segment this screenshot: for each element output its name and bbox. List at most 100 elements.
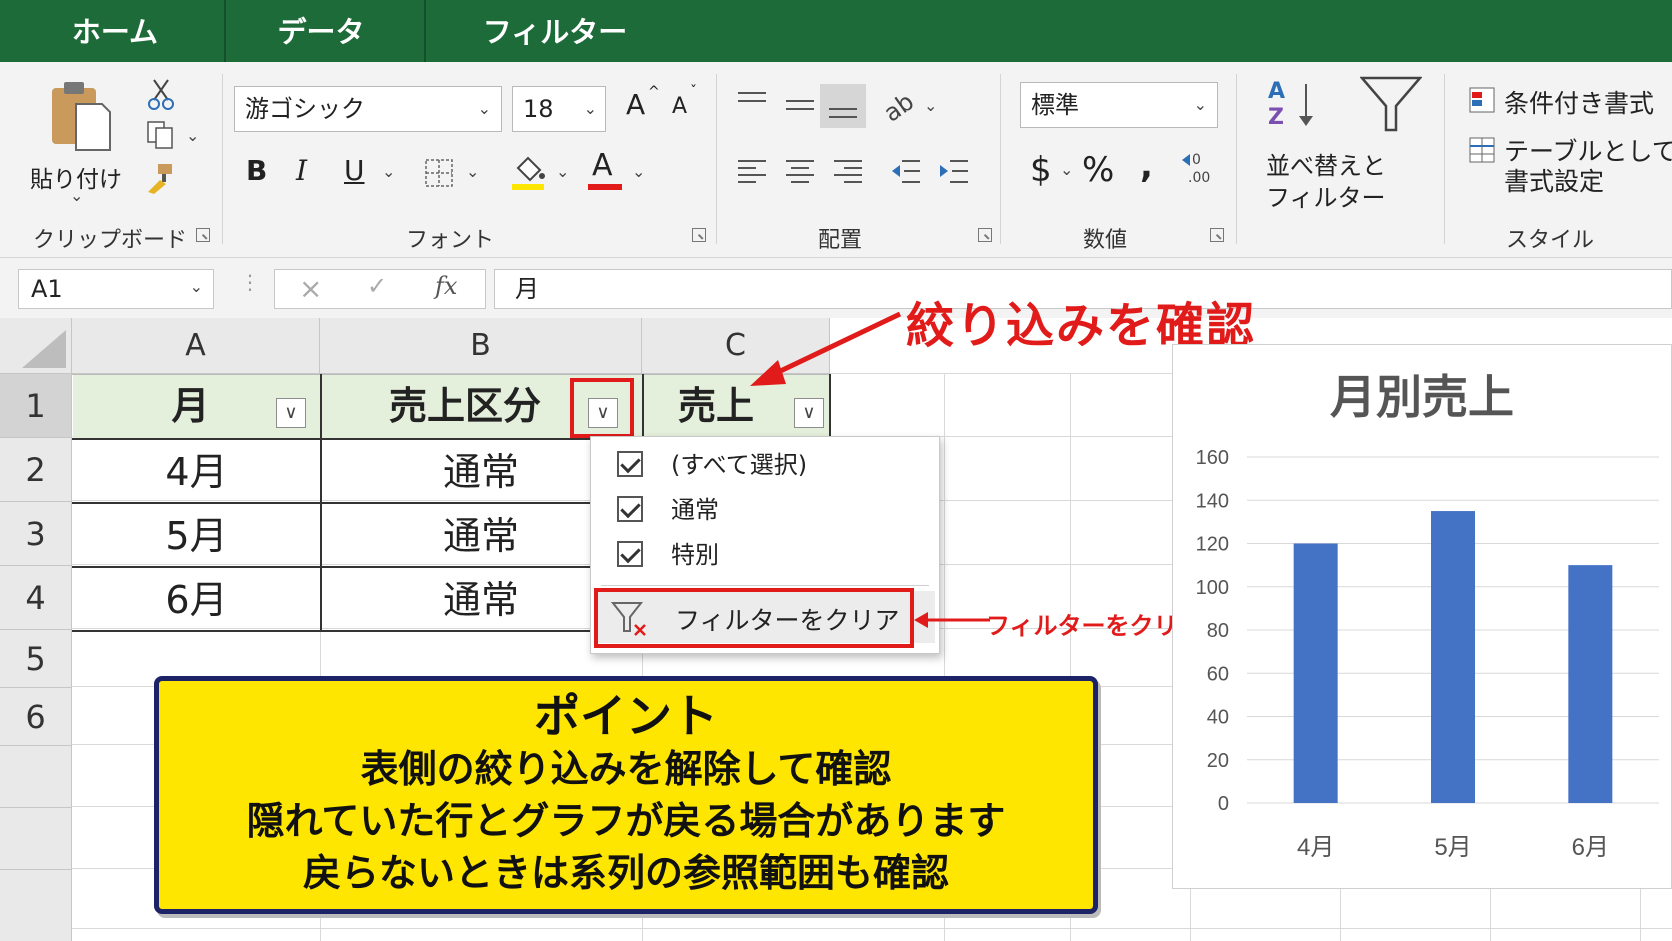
cell-a3[interactable]: 5月 — [73, 504, 320, 568]
arrow-icon — [914, 612, 990, 628]
number-format-combo[interactable]: 標準 ⌄ — [1020, 82, 1218, 128]
sort-filter-label-line1: 並べ替えと — [1266, 152, 1386, 180]
y-tick-label: 100 — [1196, 577, 1229, 599]
chevron-down-icon[interactable]: ⌄ — [382, 162, 395, 181]
chevron-down-icon: ⌄ — [477, 99, 491, 118]
paste-button[interactable]: 貼り付け ⌄ — [30, 76, 130, 206]
row-header-1[interactable]: 1 — [0, 374, 72, 438]
formula-bar-grip-icon: ⋮ — [240, 270, 260, 294]
cell-a4[interactable]: 6月 — [73, 568, 320, 632]
x-tick-label: 6月 — [1572, 834, 1609, 861]
align-right-icon[interactable] — [834, 158, 862, 186]
fill-color-icon[interactable] — [510, 152, 546, 190]
font-size-combo[interactable]: 18 ⌄ — [512, 86, 606, 132]
sort-filter-button[interactable]: A Z 並べ替えと フィルター — [1256, 76, 1436, 216]
enter-formula-button[interactable]: ✓ — [367, 272, 387, 300]
checkbox-checked-icon[interactable] — [617, 451, 643, 477]
format-as-table-label-line2[interactable]: 書式設定 — [1504, 162, 1604, 198]
align-left-icon[interactable] — [738, 158, 766, 186]
font-color-swatch — [588, 184, 622, 190]
row-header-5[interactable]: 5 — [0, 630, 72, 688]
chart-plot: 0 20 40 60 80 100 120 140 160 4月 5月 6月 — [1196, 447, 1659, 861]
row-header-6[interactable]: 6 — [0, 688, 72, 746]
filter-button-sales[interactable]: ∨ — [794, 398, 824, 428]
increase-indent-icon[interactable] — [938, 158, 968, 186]
dialog-launcher-icon[interactable] — [196, 228, 210, 242]
italic-button[interactable]: I — [296, 154, 307, 187]
chevron-down-icon: ∨ — [284, 402, 298, 423]
chevron-down-icon[interactable]: ⌄ — [556, 162, 569, 181]
filter-button-month[interactable]: ∨ — [276, 398, 306, 428]
shrink-font-button[interactable]: A — [672, 94, 687, 119]
tab-filter[interactable]: フィルター — [440, 0, 670, 62]
chart-bar[interactable] — [1293, 543, 1338, 804]
chart-bar[interactable] — [1431, 511, 1475, 803]
row-header-2[interactable]: 2 — [0, 438, 72, 502]
y-tick-label: 160 — [1196, 447, 1229, 469]
column-header-b[interactable]: B — [320, 318, 642, 374]
align-top-icon[interactable] — [738, 90, 766, 112]
name-box[interactable]: A1 ⌄ — [18, 269, 214, 309]
dialog-launcher-icon[interactable] — [1210, 228, 1224, 242]
grow-font-button[interactable]: A — [626, 88, 645, 121]
checkbox-checked-icon[interactable] — [617, 496, 643, 522]
align-middle-icon[interactable] — [786, 96, 814, 118]
chevron-down-icon: ⌄ — [583, 99, 597, 118]
tab-home[interactable]: ホーム — [20, 0, 210, 62]
font-name-combo[interactable]: 游ゴシック ⌄ — [234, 86, 502, 132]
chevron-down-icon[interactable]: ⌄ — [924, 96, 937, 115]
row-header-blank — [0, 870, 72, 941]
group-divider — [1236, 74, 1237, 244]
align-bottom-button[interactable] — [820, 84, 866, 128]
number-format-value: 標準 — [1031, 91, 1079, 119]
checkbox-checked-icon[interactable] — [617, 541, 643, 567]
y-tick-label: 140 — [1196, 490, 1229, 512]
group-divider — [1444, 74, 1445, 244]
highlight-filter-button — [570, 378, 634, 438]
decimal-icon[interactable]: 0.00 — [1182, 150, 1216, 186]
filter-option-normal[interactable]: 通常 — [617, 492, 719, 528]
table-border — [72, 566, 590, 568]
chevron-down-icon[interactable]: ⌄ — [186, 126, 199, 145]
dialog-launcher-icon[interactable] — [692, 228, 706, 242]
cell-a2[interactable]: 4月 — [73, 440, 320, 504]
filter-option-label: (すべて選択) — [671, 451, 808, 479]
row-header-3[interactable]: 3 — [0, 502, 72, 566]
align-bottom-icon — [829, 108, 857, 118]
format-as-table-icon[interactable] — [1468, 136, 1498, 166]
format-painter-icon[interactable] — [146, 162, 176, 194]
chevron-down-icon[interactable]: ⌄ — [466, 162, 479, 181]
align-center-icon[interactable] — [786, 158, 814, 186]
cut-icon[interactable] — [146, 78, 176, 110]
font-color-button[interactable]: A — [588, 148, 622, 190]
chevron-down-icon[interactable]: ⌄ — [632, 162, 645, 181]
filter-option-select-all[interactable]: (すべて選択) — [617, 447, 807, 483]
decrease-indent-icon[interactable] — [890, 158, 920, 186]
conditional-format-label[interactable]: 条件付き書式 — [1504, 84, 1654, 120]
svg-text:ab: ab — [884, 90, 918, 122]
insert-function-button[interactable]: fx — [435, 272, 457, 300]
border-icon[interactable] — [424, 158, 454, 188]
comma-style-button[interactable]: , — [1140, 146, 1153, 186]
conditional-format-icon[interactable] — [1468, 86, 1498, 116]
dropdown-divider — [601, 585, 929, 586]
formula-buttons: × ✓ fx — [274, 269, 486, 309]
point-box-title: ポイント — [534, 689, 718, 743]
currency-button[interactable]: $ — [1030, 150, 1052, 190]
column-header-a[interactable]: A — [72, 318, 320, 374]
dialog-launcher-icon[interactable] — [978, 228, 992, 242]
tab-data[interactable]: データ — [226, 0, 416, 62]
copy-icon[interactable] — [146, 120, 176, 150]
x-tick-label: 5月 — [1434, 834, 1471, 861]
cancel-formula-button[interactable]: × — [299, 272, 322, 305]
orientation-icon[interactable]: ab — [884, 90, 918, 122]
bold-button[interactable]: B — [246, 154, 267, 187]
font-name-value: 游ゴシック — [245, 95, 365, 123]
percent-button[interactable]: % — [1082, 150, 1114, 190]
underline-button[interactable]: U — [344, 154, 365, 187]
row-header-4[interactable]: 4 — [0, 566, 72, 630]
chevron-down-icon[interactable]: ⌄ — [1060, 160, 1073, 179]
chart-monthly-sales[interactable]: 月別売上 0 20 40 60 80 100 120 140 160 4月 5月 6月 — [1172, 344, 1672, 889]
chart-bar[interactable] — [1568, 565, 1613, 803]
filter-option-special[interactable]: 特別 — [617, 537, 719, 573]
